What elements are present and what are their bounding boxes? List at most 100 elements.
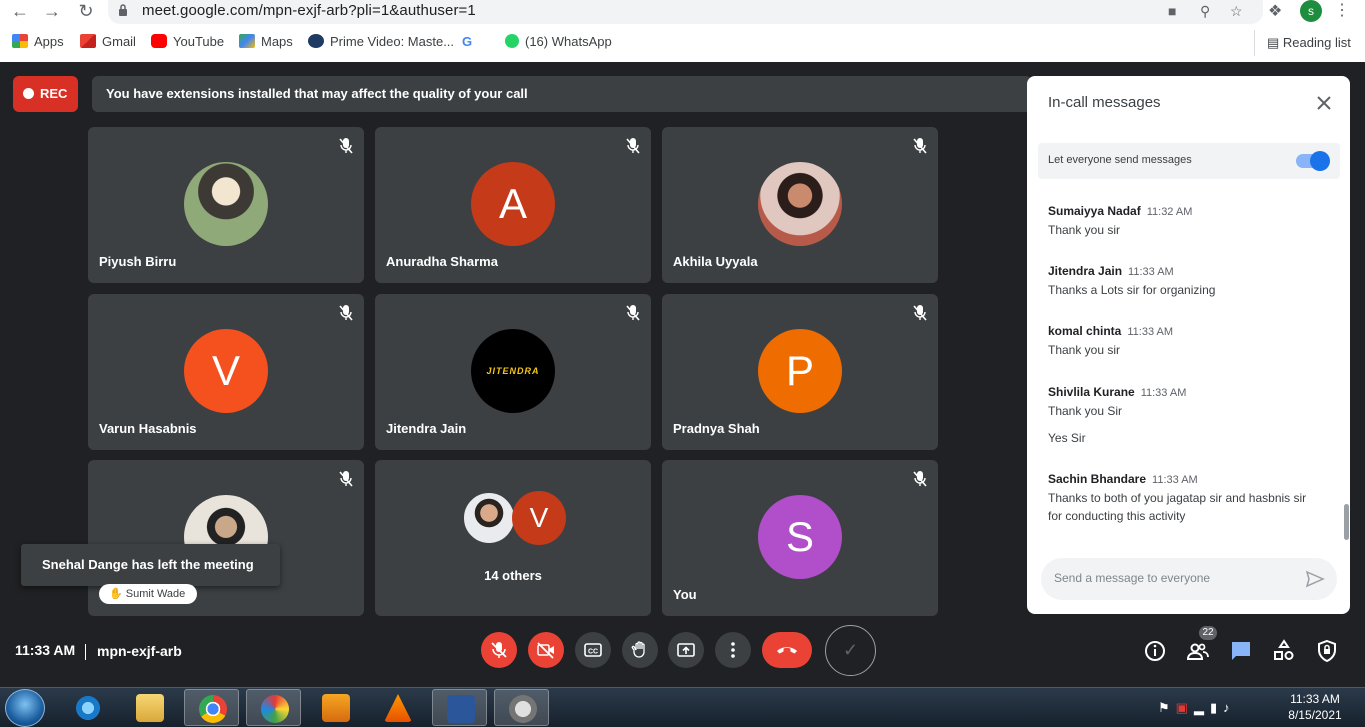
message-time: 11:33 AM (1127, 326, 1174, 338)
security-icon: ▣ (1175, 700, 1194, 715)
activities-icon[interactable] (1272, 639, 1296, 663)
captions-button[interactable]: CC (575, 632, 611, 668)
recording-badge[interactable]: REC (13, 76, 78, 112)
microphone-button[interactable] (481, 632, 517, 668)
forward-arrow-icon[interactable]: → (40, 0, 64, 24)
message-time: 11:32 AM (1146, 206, 1193, 218)
reload-icon[interactable]: ↻ (74, 0, 98, 24)
taskbar-media[interactable] (308, 689, 363, 726)
mic-off-icon (913, 471, 927, 487)
reading-list-icon: ▤ (1267, 35, 1283, 50)
taskbar-chrome[interactable] (184, 689, 239, 726)
check-icon[interactable]: ✓ (825, 625, 876, 676)
meeting-details-icon[interactable] (1143, 639, 1167, 663)
message-sender: Jitendra Jain (1048, 264, 1123, 278)
whatsapp-icon (505, 34, 519, 48)
maps-icon (239, 34, 255, 48)
taskbar-explorer[interactable] (122, 689, 177, 726)
record-dot-icon (23, 88, 34, 99)
camera-button[interactable] (528, 632, 564, 668)
taskbar-paint[interactable] (246, 689, 301, 726)
message-input[interactable] (1054, 567, 1294, 589)
chat-message: Sumaiyya Nadaf 11:32 AM Thank you sir (1048, 202, 1318, 239)
message-time: 11:33 AM (1152, 474, 1198, 486)
others-tile[interactable]: V 14 others (375, 460, 651, 616)
camera-permission-icon[interactable]: ■ (1168, 3, 1176, 19)
flag-icon: ⚑ (1158, 700, 1176, 715)
bookmarks-bar: Apps Gmail YouTube Maps Prime Video: Mas… (0, 30, 1365, 56)
taskbar-clock[interactable]: 11:33 AM 8/15/2021 (1285, 691, 1345, 723)
participant-name: Varun Hasabnis (99, 421, 197, 436)
browser-chrome: ← → ↻ meet.google.com/mpn-exjf-arb?pli=1… (0, 0, 1365, 62)
taskbar-snipping[interactable] (494, 689, 549, 726)
bookmark-gmail[interactable]: Gmail (80, 34, 136, 49)
send-messages-toggle[interactable] (1296, 151, 1330, 171)
bookmark-youtube[interactable]: YouTube (151, 34, 224, 49)
in-call-messages-panel: In-call messages Let everyone send messa… (1027, 76, 1350, 614)
bookmark-star-icon[interactable]: ☆ (1230, 3, 1243, 20)
chat-message: Sachin Bhandare 11:33 AM Thanks to both o… (1048, 470, 1318, 525)
hand-icon (631, 641, 645, 658)
extensions-puzzle-icon[interactable]: ❖ (1268, 1, 1282, 21)
message-sender: komal chinta (1048, 324, 1122, 338)
participant-avatar: V (184, 329, 268, 413)
participant-tile[interactable]: JITENDRA Jitendra Jain (375, 294, 651, 450)
chat-scrollbar[interactable] (1344, 504, 1349, 540)
zoom-icon[interactable]: ⚲ (1200, 3, 1210, 20)
mic-off-icon (626, 305, 640, 321)
more-options-button[interactable] (715, 632, 751, 668)
message-sender: Shivlila Kurane (1048, 385, 1135, 399)
close-icon[interactable] (1315, 94, 1333, 112)
more-vert-icon (731, 642, 735, 658)
self-avatar: S (758, 495, 842, 579)
participant-tile[interactable]: Akhila Uyyala (662, 127, 938, 283)
participant-tile[interactable]: Piyush Birru (88, 127, 364, 283)
chat-icon[interactable] (1229, 639, 1253, 663)
raise-hand-button[interactable] (622, 632, 658, 668)
participant-tile[interactable]: P Pradnya Shah (662, 294, 938, 450)
address-bar[interactable]: meet.google.com/mpn-exjf-arb?pli=1&authu… (108, 0, 1263, 24)
self-tile[interactable]: S You (662, 460, 938, 616)
reading-list[interactable]: ▤ Reading list (1254, 30, 1351, 56)
send-icon[interactable] (1305, 570, 1325, 588)
participant-tile[interactable]: V Varun Hasabnis (88, 294, 364, 450)
apps-grid-icon (12, 34, 28, 48)
extension-warning-banner: You have extensions installed that may a… (92, 76, 1032, 112)
participant-photo (184, 162, 268, 246)
profile-avatar[interactable]: s (1300, 0, 1322, 22)
participant-logo: JITENDRA (471, 329, 555, 413)
participant-name: Anuradha Sharma (386, 254, 498, 269)
windows-start-icon[interactable] (5, 689, 45, 727)
internet-explorer-icon (74, 694, 102, 722)
url-text: meet.google.com/mpn-exjf-arb?pli=1&authu… (142, 2, 476, 19)
message-sender: Sachin Bhandare (1048, 472, 1147, 486)
taskbar-word[interactable] (432, 689, 487, 726)
message-sender: Sumaiyya Nadaf (1048, 204, 1141, 218)
leave-call-button[interactable] (762, 632, 812, 668)
browser-menu-icon[interactable]: ⋮ (1334, 0, 1350, 20)
bookmark-whatsapp[interactable]: (16) WhatsApp (505, 34, 612, 49)
lock-icon (119, 4, 127, 16)
chat-message: Jitendra Jain 11:33 AM Thanks a Lots sir … (1048, 262, 1318, 299)
taskbar-ie[interactable] (60, 689, 115, 726)
present-button[interactable] (668, 632, 704, 668)
taskbar-date: 8/15/2021 (1288, 708, 1342, 722)
back-arrow-icon[interactable]: ← (8, 0, 32, 24)
system-tray[interactable]: ⚑▣▂▮♪ (1158, 700, 1236, 716)
participant-tile[interactable]: A Anuradha Sharma (375, 127, 651, 283)
present-screen-icon (677, 643, 695, 657)
taskbar-vlc[interactable] (370, 689, 425, 726)
mic-off-icon (913, 305, 927, 321)
host-controls-icon[interactable] (1315, 639, 1339, 663)
bookmark-maps[interactable]: Maps (239, 34, 293, 49)
bookmark-prime-video[interactable]: Prime Video: Maste... (308, 34, 454, 49)
signal-icon: ▂ (1193, 700, 1210, 715)
participant-avatar: P (758, 329, 842, 413)
youtube-icon (151, 34, 167, 48)
people-icon[interactable] (1186, 639, 1210, 663)
message-composer (1041, 558, 1337, 600)
windows-taskbar: ⚑▣▂▮♪ 11:33 AM 8/15/2021 (0, 687, 1365, 727)
gmail-icon (80, 34, 96, 48)
bookmark-apps[interactable]: Apps (12, 34, 64, 49)
bookmark-google[interactable]: G (462, 34, 472, 49)
